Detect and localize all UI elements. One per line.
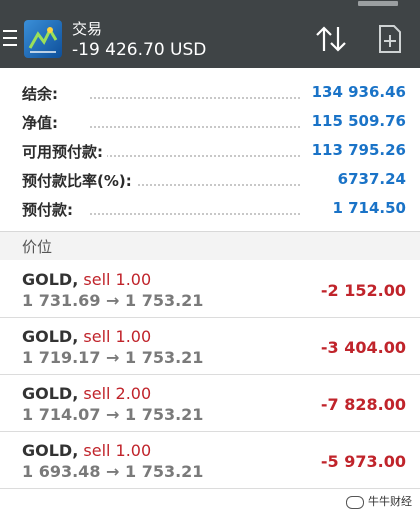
trade-prices: 1 714.07 → 1 753.21 <box>22 405 204 424</box>
trade-side: sell 1.00 <box>78 270 152 289</box>
summary-value: 113 795.26 <box>305 141 406 159</box>
trade-side: sell 1.00 <box>78 327 152 346</box>
chat-bubble-icon <box>346 495 364 509</box>
summary-value: 115 509.76 <box>305 112 406 130</box>
section-header-prices: 价位 <box>0 232 420 260</box>
summary-label: 净值: <box>22 112 62 133</box>
page-title: 交易 <box>72 20 103 38</box>
watermark: 牛牛财经 <box>346 493 412 509</box>
trade-row[interactable]: GOLD, sell 2.00 1 714.07 → 1 753.21 -7 8… <box>0 375 420 432</box>
summary-row-equity: 净值: 115 509.76 <box>0 107 420 136</box>
trade-profit: -2 152.00 <box>320 281 406 300</box>
account-summary: 结余: 134 936.46 净值: 115 509.76 可用预付款: 113… <box>0 68 420 232</box>
summary-value: 1 714.50 <box>326 199 406 217</box>
summary-label: 预付款: <box>22 199 77 220</box>
trade-row[interactable]: GOLD, sell 1.00 1 731.69 → 1 753.21 -2 1… <box>0 261 420 318</box>
sort-icon[interactable] <box>314 24 348 54</box>
add-order-icon[interactable] <box>377 24 403 54</box>
status-bar <box>0 0 420 8</box>
trade-prices: 1 693.48 → 1 753.21 <box>22 462 204 481</box>
trade-profit: -7 828.00 <box>320 395 406 414</box>
trade-profit: -3 404.00 <box>320 338 406 357</box>
trade-prices: 1 719.17 → 1 753.21 <box>22 348 204 367</box>
summary-value: 134 936.46 <box>305 83 406 101</box>
balance-line: -19 426.70 USD <box>72 40 207 60</box>
trade-symbol: GOLD, <box>22 270 79 289</box>
summary-value: 6737.24 <box>331 170 406 188</box>
trade-prices: 1 731.69 → 1 753.21 <box>22 291 204 310</box>
menu-icon[interactable] <box>3 30 17 46</box>
trade-symbol: GOLD, <box>22 384 79 403</box>
trade-row[interactable]: GOLD, sell 1.00 1 719.17 → 1 753.21 -3 4… <box>0 318 420 375</box>
status-icons <box>358 1 398 6</box>
app-logo <box>24 20 62 58</box>
section-title: 价位 <box>22 238 53 256</box>
trade-row[interactable]: GOLD, sell 1.00 1 693.48 → 1 753.21 -5 9… <box>0 432 420 489</box>
trade-symbol: GOLD, <box>22 327 79 346</box>
watermark-text: 牛牛财经 <box>368 495 412 508</box>
trade-profit: -5 973.00 <box>320 452 406 471</box>
trade-symbol: GOLD, <box>22 441 79 460</box>
trade-side: sell 1.00 <box>78 441 152 460</box>
summary-row-margin-level: 预付款比率(%): 6737.24 <box>0 165 420 194</box>
summary-row-balance: 结余: 134 936.46 <box>0 78 420 107</box>
summary-row-free-margin: 可用预付款: 113 795.26 <box>0 136 420 165</box>
top-bar: 交易 -19 426.70 USD <box>0 8 420 68</box>
summary-row-margin: 预付款: 1 714.50 <box>0 194 420 223</box>
summary-label: 预付款比率(%): <box>22 170 136 191</box>
summary-label: 结余: <box>22 83 62 104</box>
trade-side: sell 2.00 <box>78 384 152 403</box>
summary-label: 可用预付款: <box>22 141 107 162</box>
